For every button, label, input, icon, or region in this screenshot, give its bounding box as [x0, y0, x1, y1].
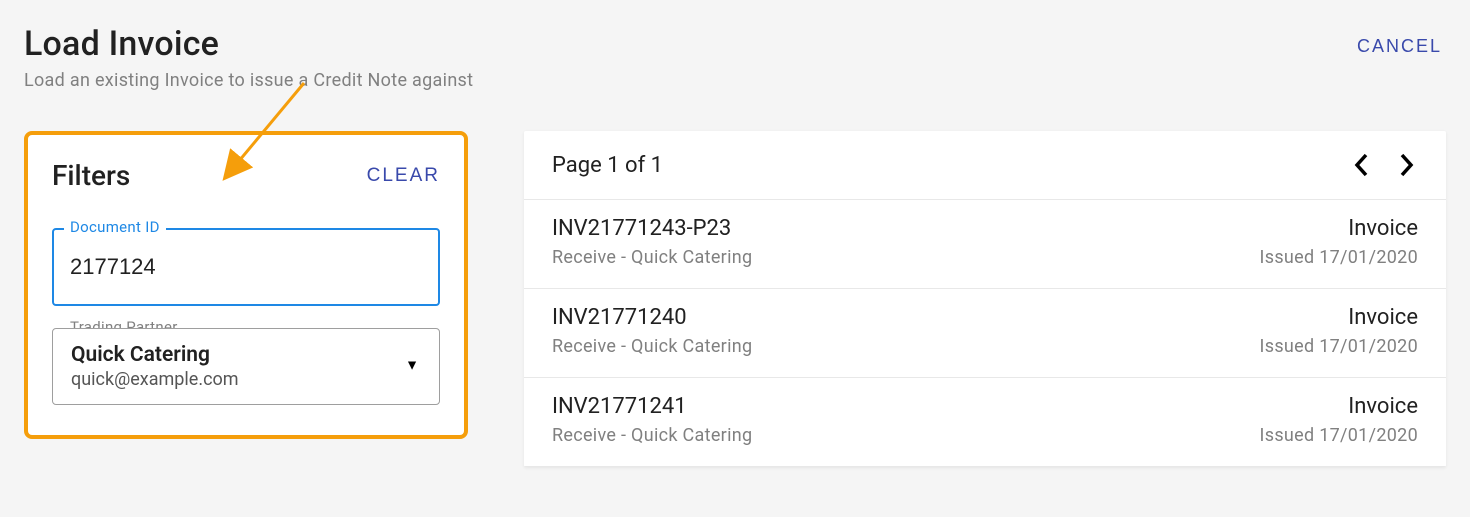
pager-next-button[interactable]: [1396, 149, 1418, 181]
result-row-type: Invoice: [1260, 394, 1418, 419]
result-row-right: Invoice Issued 17/01/2020: [1260, 305, 1418, 357]
trading-partner-field: Trading Partner Quick Catering quick@exa…: [52, 328, 440, 405]
document-id-field: Document ID: [52, 228, 440, 306]
result-row-subtitle: Receive - Quick Catering: [552, 425, 752, 446]
filters-panel: Filters CLEAR Document ID Trading Partne…: [24, 131, 468, 439]
results-list: INV21771243-P23Receive - Quick CateringI…: [524, 200, 1446, 467]
trading-partner-selected-name: Quick Catering: [71, 343, 391, 367]
result-row-right: Invoice Issued 17/01/2020: [1260, 394, 1418, 446]
pager-prev-button[interactable]: [1350, 149, 1372, 181]
dialog-body: Filters CLEAR Document ID Trading Partne…: [24, 131, 1446, 467]
result-row-type: Invoice: [1260, 216, 1418, 241]
document-id-label: Document ID: [64, 218, 166, 236]
result-row[interactable]: INV21771243-P23Receive - Quick CateringI…: [524, 200, 1446, 289]
result-row-id: INV21771240: [552, 305, 752, 330]
document-id-input[interactable]: [52, 228, 440, 306]
result-row-issued: Issued 17/01/2020: [1260, 336, 1418, 357]
result-row-left: INV21771240 Receive - Quick Catering: [552, 305, 752, 357]
header-text-block: Load Invoice Load an existing Invoice to…: [24, 24, 473, 91]
result-row-type: Invoice: [1260, 305, 1418, 330]
chevron-down-icon: ▼: [405, 356, 419, 373]
pager-nav: [1350, 149, 1418, 181]
result-row-subtitle: Receive - Quick Catering: [552, 336, 752, 357]
page-title: Load Invoice: [24, 24, 473, 64]
results-panel: Page 1 of 1 INV21771243-P23 Receive - Qui…: [524, 131, 1446, 467]
result-row[interactable]: INV21771240 Receive - Quick Catering Invoi…: [524, 289, 1446, 378]
page-subtitle: Load an existing Invoice to issue a Cred…: [24, 70, 473, 91]
pager-text: Page 1 of 1: [552, 153, 663, 178]
result-row-issued: Issued 17/01/2020: [1260, 247, 1418, 268]
chevron-left-icon: [1354, 153, 1368, 177]
result-row-issued: Issued 17/01/2020: [1260, 425, 1418, 446]
result-row-id: INV21771241: [552, 394, 752, 419]
results-pager: Page 1 of 1: [524, 131, 1446, 200]
chevron-right-icon: [1400, 153, 1414, 177]
cancel-button[interactable]: CANCEL: [1353, 24, 1446, 69]
result-row-left: INV21771243-P23 Receive - Quick Catering: [552, 216, 752, 268]
result-row-id: INV21771243-P23: [552, 216, 752, 241]
result-row[interactable]: INV21771241 Receive - Quick Catering Invoi…: [524, 378, 1446, 467]
filters-title: Filters: [52, 159, 130, 192]
filters-header: Filters CLEAR: [52, 159, 440, 192]
dialog-header: Load Invoice Load an existing Invoice to…: [24, 24, 1446, 91]
result-row-subtitle: Receive - Quick Catering: [552, 247, 752, 268]
clear-filters-button[interactable]: CLEAR: [367, 165, 440, 187]
result-row-right: Invoice Issued 17/01/2020: [1260, 216, 1418, 268]
trading-partner-selected-email: quick@example.com: [71, 369, 391, 390]
trading-partner-select[interactable]: Quick Catering quick@example.com ▼: [52, 328, 440, 405]
result-row-left: INV21771241 Receive - Quick Catering: [552, 394, 752, 446]
load-invoice-dialog: Load Invoice Load an existing Invoice to…: [0, 0, 1470, 517]
